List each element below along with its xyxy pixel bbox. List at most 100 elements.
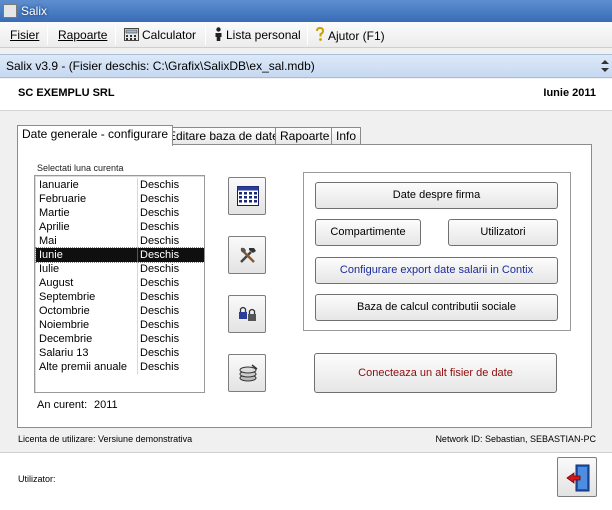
month-status: Deschis — [140, 249, 180, 261]
baza-calcul-button[interactable]: Baza de calcul contributii sociale — [315, 294, 558, 321]
column-divider — [137, 332, 138, 346]
menu-rapoarte[interactable]: Rapoarte — [58, 27, 107, 43]
list-item[interactable]: Aprilie Deschis — [36, 220, 204, 234]
column-divider — [137, 346, 138, 360]
calculator-icon — [124, 28, 139, 41]
month-name: August — [39, 277, 74, 289]
list-item[interactable]: Octombrie Deschis — [36, 304, 204, 318]
conecteaza-fisier-button[interactable]: Conecteaza un alt fisier de date — [314, 353, 557, 393]
lock-keys-icon — [239, 306, 256, 321]
config-button-group: Date despre firma Compartimente Utilizat… — [303, 172, 571, 331]
company-name: SC EXEMPLU SRL — [18, 87, 115, 99]
date-firma-button[interactable]: Date despre firma — [315, 182, 558, 209]
month-status: Deschis — [140, 319, 180, 331]
month-status: Deschis — [140, 305, 180, 317]
month-name: Salariu 13 — [39, 347, 89, 359]
column-divider — [137, 192, 138, 206]
license-text: Licenta de utilizare: Versiune demonstra… — [18, 434, 193, 444]
list-item-selected[interactable]: Iunie Deschis — [35, 247, 205, 263]
month-status: Deschis — [140, 235, 180, 247]
column-divider — [137, 318, 138, 332]
list-item[interactable]: Noiembrie Deschis — [36, 318, 204, 332]
menu-separator — [205, 25, 206, 45]
month-name: Mai — [39, 235, 57, 247]
menu-lista-personal[interactable]: Lista personal — [214, 27, 301, 43]
person-icon — [215, 27, 222, 41]
list-item[interactable]: Mai Deschis — [36, 234, 204, 248]
menu-calculator[interactable]: Calculator — [124, 27, 196, 43]
export-contix-button[interactable]: Configurare export date salarii in Conti… — [315, 257, 558, 284]
user-bar — [0, 452, 612, 510]
month-status: Deschis — [140, 193, 180, 205]
list-item[interactable]: Septembrie Deschis — [36, 290, 204, 304]
column-divider — [137, 304, 138, 318]
column-divider — [137, 276, 138, 290]
month-name: Septembrie — [39, 291, 96, 303]
month-name: Octombrie — [39, 305, 90, 317]
scroll-arrows-icon[interactable] — [600, 59, 610, 73]
list-item[interactable]: Decembrie Deschis — [36, 332, 204, 346]
help-icon — [316, 27, 325, 41]
month-name: Decembrie — [39, 333, 93, 345]
menu-rapoarte-label: Rapoarte — [58, 28, 108, 42]
list-item[interactable]: Alte premii anuale Deschis — [36, 360, 204, 374]
company-header: SC EXEMPLU SRL Iunie 2011 — [0, 79, 612, 111]
menu-separator — [115, 25, 116, 45]
title-bar: Salix — [0, 0, 612, 22]
file-info-bar: Salix v3.9 - (Fisier deschis: C:\Grafix\… — [0, 54, 612, 78]
list-item[interactable]: Ianuarie Deschis — [36, 178, 204, 192]
compartimente-button[interactable]: Compartimente — [315, 219, 421, 246]
calendar-button[interactable] — [228, 177, 266, 215]
column-divider — [137, 248, 138, 262]
calendar-grid-icon — [237, 186, 259, 206]
exit-button[interactable] — [557, 457, 597, 497]
list-item[interactable]: Martie Deschis — [36, 206, 204, 220]
list-item[interactable]: Iulie Deschis — [36, 262, 204, 276]
tools-icon — [240, 247, 256, 263]
month-name: Martie — [39, 207, 70, 219]
tab-info[interactable]: Info — [331, 127, 362, 145]
window-title: Salix — [21, 4, 48, 18]
month-status: Deschis — [140, 333, 180, 345]
tab-date-generale[interactable]: Date generale - configurare — [17, 125, 174, 146]
user-label: Utilizator: — [18, 474, 56, 484]
month-name: Iunie — [39, 249, 63, 261]
menu-ajutor-label: Ajutor (F1) — [328, 29, 385, 43]
app-icon — [3, 4, 17, 18]
month-status: Deschis — [140, 207, 180, 219]
list-item[interactable]: Februarie Deschis — [36, 192, 204, 206]
menu-ajutor[interactable]: Ajutor (F1) — [315, 27, 385, 43]
current-year-label: An curent: — [37, 399, 88, 411]
month-status: Deschis — [140, 221, 180, 233]
utilizatori-button[interactable]: Utilizatori — [448, 219, 558, 246]
month-name: Alte premii anuale — [39, 361, 128, 373]
menu-separator — [307, 25, 308, 45]
tools-button[interactable] — [228, 236, 266, 274]
coins-button[interactable] — [228, 354, 266, 392]
month-status: Deschis — [140, 361, 180, 373]
column-divider — [137, 290, 138, 304]
month-status: Deschis — [140, 277, 180, 289]
list-item[interactable]: Salariu 13 Deschis — [36, 346, 204, 360]
month-list-caption: Selectati luna curenta — [37, 163, 124, 173]
month-name: Aprilie — [39, 221, 70, 233]
security-button[interactable] — [228, 295, 266, 333]
month-name: Februarie — [39, 193, 87, 205]
column-divider — [137, 234, 138, 248]
month-status: Deschis — [140, 347, 180, 359]
file-info-text: Salix v3.9 - (Fisier deschis: C:\Grafix\… — [6, 59, 315, 73]
network-id-text: Network ID: Sebastian, SEBASTIAN-PC — [435, 434, 596, 444]
column-divider — [137, 262, 138, 276]
menu-fisier[interactable]: Fisier — [10, 27, 39, 43]
list-item[interactable]: August Deschis — [36, 276, 204, 290]
month-list[interactable]: Ianuarie Deschis Februarie Deschis Martie D… — [34, 175, 205, 393]
menu-bar: Fisier Rapoarte Calculator Lista persona… — [0, 22, 612, 48]
month-name: Noiembrie — [39, 319, 90, 331]
column-divider — [137, 206, 138, 220]
tab-rapoarte[interactable]: Rapoarte — [275, 127, 335, 145]
tab-editare-baza[interactable]: Editare baza de date — [163, 127, 284, 145]
month-status: Deschis — [140, 263, 180, 275]
month-name: Ianuarie — [39, 179, 79, 191]
menu-separator — [47, 25, 48, 45]
